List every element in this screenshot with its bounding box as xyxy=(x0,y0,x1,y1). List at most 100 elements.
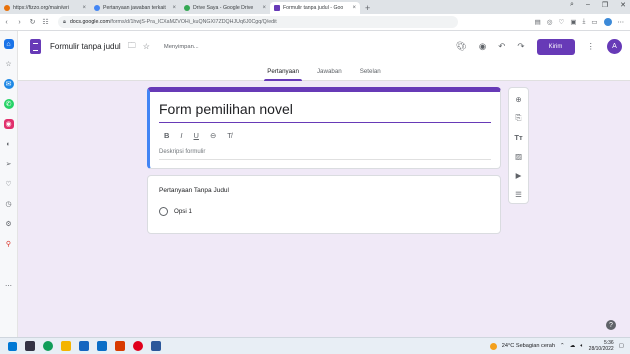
help-icon[interactable]: ? xyxy=(606,320,616,330)
task-view-icon[interactable] xyxy=(25,341,35,351)
office-icon[interactable] xyxy=(115,341,125,351)
history-icon[interactable]: ◷ xyxy=(4,199,14,209)
form-description-input[interactable]: Deskripsi formulir xyxy=(159,149,205,155)
form-title-card: Form pemilihan novel B I U ⊖ T̸ Deskrips… xyxy=(147,87,501,169)
option-row[interactable]: Opsi 1 xyxy=(159,207,192,216)
forms-favicon xyxy=(274,5,280,11)
store-icon[interactable] xyxy=(79,341,89,351)
site-favicon xyxy=(4,5,10,11)
form-title-input[interactable]: Form pemilihan novel xyxy=(159,101,293,117)
screenshot-icon[interactable]: ◎ xyxy=(547,18,553,26)
bold-icon[interactable]: B xyxy=(164,131,169,140)
close-tab-icon[interactable]: × xyxy=(352,5,356,11)
browser-toolbar-icons: ▤ ◎ ♡ ▣ ⤓ ▭ ⋯ xyxy=(535,18,630,26)
start-icon[interactable] xyxy=(8,341,17,351)
back-icon[interactable]: ‹ xyxy=(0,19,13,26)
option-label[interactable]: Opsi 1 xyxy=(174,208,192,215)
restore-icon[interactable]: ❐ xyxy=(602,1,608,9)
question-title[interactable]: Pertanyaan Tanpa Judul xyxy=(159,187,229,194)
tab-title: Formulir tanpa judul - Goo xyxy=(283,5,344,11)
mail-icon[interactable] xyxy=(97,341,107,351)
tab-title: Pertanyaan jawaban terkait xyxy=(103,5,166,11)
url-path: /forms/d/1hwjS-Pra_ICXaMZVOHi_kuQNGXI7ZD… xyxy=(109,19,277,25)
format-toolbar: B I U ⊖ T̸ xyxy=(164,131,232,140)
close-tab-icon[interactable]: × xyxy=(262,5,266,11)
close-tab-icon[interactable]: × xyxy=(172,5,176,11)
add-question-icon[interactable]: ⊕ xyxy=(514,94,524,104)
more-vert-icon[interactable]: ⋮ xyxy=(587,41,596,52)
import-questions-icon[interactable]: ⎘ xyxy=(514,113,524,123)
menu-icon[interactable]: ⋯ xyxy=(618,18,625,26)
forms-logo-icon[interactable] xyxy=(30,39,41,54)
url-field[interactable]: 🔒︎ docs.google.com/forms/d/1hwjS-Pra_ICX… xyxy=(58,16,458,28)
os-taskbar: 24°C Sebagian cerah ⌃ ☁ 🔈︎ 5:36 28/10/20… xyxy=(0,337,630,354)
whatsapp-icon[interactable]: ✆ xyxy=(3,99,14,109)
bookmark-icon[interactable]: ☆ xyxy=(4,59,14,69)
preview-eye-icon[interactable]: ◉ xyxy=(479,41,486,52)
close-window-icon[interactable]: ✕ xyxy=(620,1,626,9)
clear-format-icon[interactable]: T̸ xyxy=(227,131,232,140)
send-button[interactable]: Kirim xyxy=(536,38,575,55)
redo-icon[interactable]: ↷ xyxy=(517,41,524,52)
weather-text[interactable]: 24°C Sebagian cerah xyxy=(502,343,555,349)
minimize-icon[interactable]: – xyxy=(586,1,590,9)
pin-icon[interactable]: ⚲ xyxy=(4,239,14,249)
browser-tab[interactable]: Pertanyaan jawaban terkait × xyxy=(90,2,180,14)
undo-icon[interactable]: ↶ xyxy=(498,41,505,52)
close-tab-icon[interactable]: × xyxy=(82,5,86,11)
network-icon[interactable]: ☁ xyxy=(570,343,576,349)
description-underline xyxy=(159,159,491,160)
star-icon[interactable]: ☆ xyxy=(143,42,150,51)
radio-button[interactable] xyxy=(159,207,168,216)
file-explorer-icon[interactable] xyxy=(61,341,71,351)
tab-overview-icon[interactable]: ☷ xyxy=(39,18,52,26)
forward-icon[interactable]: › xyxy=(13,19,26,26)
reload-icon[interactable]: ↻ xyxy=(26,18,39,26)
tab-settings[interactable]: Setelan xyxy=(357,62,384,81)
add-section-icon[interactable]: ☰ xyxy=(514,189,524,199)
search-tabs-icon[interactable]: ⌕ xyxy=(570,1,574,9)
header-actions: 🎨︎ ◉ ↶ ↷ Kirim ⋮ A xyxy=(456,38,630,55)
account-avatar[interactable]: A xyxy=(607,39,622,54)
tab-questions[interactable]: Pertanyaan xyxy=(264,62,302,81)
word-icon[interactable] xyxy=(151,341,161,351)
browser-tab[interactable]: https://fizzo.org/main/wri × xyxy=(0,2,90,14)
home-icon[interactable]: ⌂ xyxy=(3,39,14,49)
browser-tab-active[interactable]: Formulir tanpa judul - Goo × xyxy=(270,2,360,14)
profile-avatar[interactable] xyxy=(603,18,612,26)
underline-icon[interactable]: U xyxy=(194,131,199,140)
clock[interactable]: 5:36 28/10/2022 xyxy=(589,340,614,352)
favorite-icon[interactable]: ♡ xyxy=(558,18,564,26)
question-card[interactable]: Pertanyaan Tanpa Judul Opsi 1 xyxy=(147,175,501,234)
messenger-icon[interactable]: ✉ xyxy=(3,79,14,89)
opera-icon[interactable] xyxy=(133,341,143,351)
send-icon[interactable]: ➢ xyxy=(4,159,14,169)
edge-icon[interactable] xyxy=(43,341,53,351)
browser-sidebar: ⌂ ☆ ✉ ✆ ◉ ◐ ➢ ♡ ◷ ⚙ ⚲ ⋯ xyxy=(0,31,18,337)
add-image-icon[interactable]: ▨ xyxy=(514,151,524,161)
volume-icon[interactable]: 🔈︎ xyxy=(580,343,583,350)
settings-icon[interactable]: ⚙ xyxy=(4,219,14,229)
download-icon[interactable]: ⤓ xyxy=(582,18,585,26)
read-mode-icon[interactable]: ▤ xyxy=(535,18,541,26)
browser-tab[interactable]: Drive Saya - Google Drive × xyxy=(180,2,270,14)
battery-icon: ▭ xyxy=(591,19,598,26)
document-title[interactable]: Formulir tanpa judul xyxy=(50,42,121,51)
add-title-icon[interactable]: Tт xyxy=(514,132,524,142)
player-icon[interactable]: ◐ xyxy=(4,139,14,149)
italic-icon[interactable]: I xyxy=(180,131,182,140)
collections-icon[interactable]: ▣ xyxy=(570,18,576,26)
new-tab-button[interactable]: + xyxy=(360,2,375,14)
weather-icon xyxy=(489,342,497,350)
window-controls: ⌕ – ❐ ✕ xyxy=(570,1,626,9)
tab-responses[interactable]: Jawaban xyxy=(314,62,345,81)
more-icon[interactable]: ⋯ xyxy=(4,281,14,291)
notifications-icon[interactable]: ▢ xyxy=(619,343,624,349)
heart-icon[interactable]: ♡ xyxy=(4,179,14,189)
add-video-icon[interactable]: ▶ xyxy=(514,170,524,180)
folder-icon[interactable]: 🗀︎ xyxy=(128,40,136,54)
link-icon[interactable]: ⊖ xyxy=(210,131,216,140)
tray-arrow-icon[interactable]: ⌃ xyxy=(560,343,565,349)
palette-icon[interactable]: 🎨︎ xyxy=(456,41,467,52)
instagram-icon[interactable]: ◉ xyxy=(3,119,14,129)
